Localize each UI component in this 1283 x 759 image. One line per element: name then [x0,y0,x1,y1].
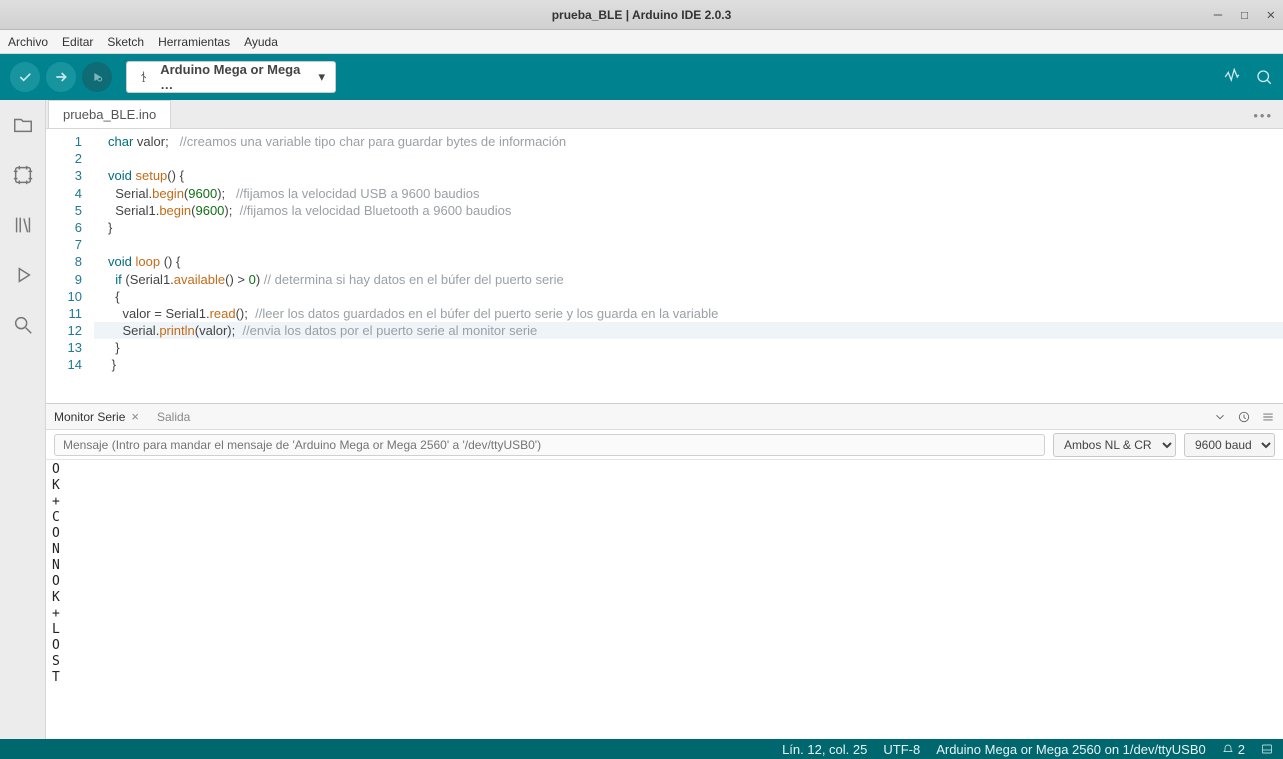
bottom-panel: Monitor Serie × Salida Ambos NL & CR 960… [46,403,1283,740]
board-port[interactable]: Arduino Mega or Mega 2560 on 1/dev/ttyUS… [936,742,1206,757]
close-button[interactable]: ✕ [1267,7,1275,23]
sketchbook-icon[interactable] [12,114,34,136]
debug-button[interactable] [82,62,112,92]
panel-tab-salida[interactable]: Salida [157,410,190,424]
baud-select[interactable]: 9600 baud [1184,433,1275,457]
activity-bar [0,100,46,739]
debug-icon[interactable] [12,264,34,286]
menu-editar[interactable]: Editar [62,35,93,49]
toolbar: Arduino Mega or Mega … ▾ [0,54,1283,100]
tab-label: prueba_BLE.ino [63,107,156,122]
serial-monitor-icon[interactable] [1255,68,1273,86]
tab-more-icon[interactable]: ••• [1253,108,1273,123]
notifications[interactable]: 2 [1222,742,1245,757]
titlebar: prueba_BLE | Arduino IDE 2.0.3 — ☐ ✕ [0,0,1283,30]
line-gutter: 1234567891011121314 [46,129,94,403]
usb-icon [137,70,150,84]
editor-tab[interactable]: prueba_BLE.ino [48,100,171,128]
close-panel-tab-icon[interactable]: × [131,409,139,424]
maximize-button[interactable]: ☐ [1240,7,1248,23]
verify-button[interactable] [10,62,40,92]
serial-plotter-icon[interactable] [1223,68,1241,86]
library-manager-icon[interactable] [12,214,34,236]
cursor-position[interactable]: Lín. 12, col. 25 [782,742,867,757]
panel-clock-icon[interactable] [1237,410,1251,424]
line-ending-select[interactable]: Ambos NL & CR [1053,433,1176,457]
menubar: Archivo Editar Sketch Herramientas Ayuda [0,30,1283,54]
menu-ayuda[interactable]: Ayuda [244,35,278,49]
editor-tabs: prueba_BLE.ino ••• [46,100,1283,129]
board-selector[interactable]: Arduino Mega or Mega … ▾ [126,61,336,93]
search-icon[interactable] [12,314,34,336]
encoding[interactable]: UTF-8 [883,742,920,757]
serial-message-input[interactable] [54,434,1045,456]
chevron-down-icon: ▾ [318,69,325,85]
minimize-button[interactable]: — [1214,7,1222,23]
statusbar: Lín. 12, col. 25 UTF-8 Arduino Mega or M… [0,739,1283,759]
panel-scroll-icon[interactable] [1213,410,1227,424]
code-content[interactable]: char valor; //creamos una variable tipo … [94,129,1283,403]
menu-herramientas[interactable]: Herramientas [158,35,230,49]
code-editor[interactable]: 1234567891011121314 char valor; //creamo… [46,129,1283,403]
menu-sketch[interactable]: Sketch [107,35,144,49]
board-label: Arduino Mega or Mega … [160,62,308,92]
serial-output: O K + C O N N O K + L O S T [46,460,1283,740]
panel-clear-icon[interactable] [1261,410,1275,424]
menu-archivo[interactable]: Archivo [8,35,48,49]
boards-manager-icon[interactable] [12,164,34,186]
window-title: prueba_BLE | Arduino IDE 2.0.3 [552,8,732,22]
panel-toggle-icon[interactable] [1261,743,1273,755]
upload-button[interactable] [46,62,76,92]
panel-tab-monitor[interactable]: Monitor Serie [54,410,125,424]
